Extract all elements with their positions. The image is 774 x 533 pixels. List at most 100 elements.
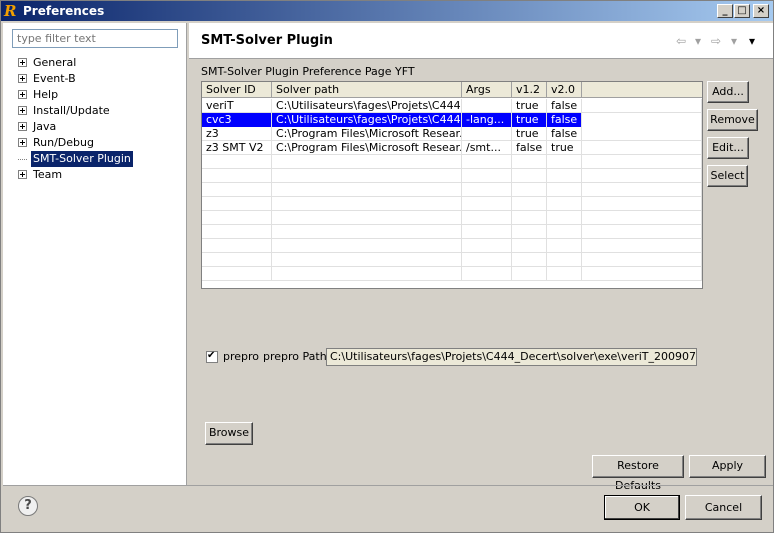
cell-v12	[512, 211, 547, 225]
cell-solver-path	[272, 197, 462, 211]
edit-button[interactable]: Edit...	[707, 137, 749, 159]
tree-item-label: General	[33, 56, 77, 69]
table-header: Solver ID Solver path Args v1.2 v2.0	[202, 82, 702, 98]
tree-item-label: Java	[33, 120, 57, 133]
cell-solver-id: cvc3	[202, 113, 272, 127]
tree-item-label: Install/Update	[33, 104, 110, 117]
column-header-solver-path[interactable]: Solver path	[272, 82, 462, 98]
cell-v12	[512, 183, 547, 197]
title-bar[interactable]: R Preferences _ □ ×	[1, 1, 773, 21]
cell-solver-id	[202, 267, 272, 281]
tree-item-help[interactable]: Help	[18, 87, 60, 103]
cell-args	[462, 267, 512, 281]
prepro-path-label: prepro Path	[263, 350, 327, 363]
expand-icon[interactable]	[18, 169, 27, 179]
prepro-path-field[interactable]: C:\Utilisateurs\fages\Projets\C444_Decer…	[326, 348, 697, 366]
cell-args	[462, 169, 512, 183]
table-row[interactable]: veriT C:\Utilisateurs\fages\Projets\C444.…	[202, 99, 702, 113]
expand-icon[interactable]	[18, 73, 27, 83]
forward-arrow-icon[interactable]: ⇨	[711, 34, 721, 48]
tree-item-label: Help	[33, 88, 59, 101]
page-header: SMT-Solver Plugin ⇦ ▾ ⇨ ▾ ▾	[189, 23, 773, 59]
back-menu-icon[interactable]: ▾	[695, 34, 701, 48]
table-row[interactable]: cvc3 C:\Utilisateurs\fages\Projets\C444..…	[202, 113, 702, 127]
cell-solver-path: C:\Utilisateurs\fages\Projets\C444...	[272, 113, 462, 127]
cell-solver-id: z3 SMT V2	[202, 141, 272, 155]
tree-item-run-debug[interactable]: Run/Debug	[18, 135, 96, 151]
filter-input[interactable]	[12, 29, 178, 48]
browse-button[interactable]: Browse	[205, 422, 253, 445]
cell-filler	[582, 253, 702, 267]
cell-v20	[547, 155, 582, 169]
cell-args	[462, 253, 512, 267]
expand-icon[interactable]	[18, 121, 27, 131]
cancel-button[interactable]: Cancel	[685, 495, 762, 520]
help-icon[interactable]: ?	[18, 496, 38, 516]
cell-args	[462, 197, 512, 211]
tree-item-label: Run/Debug	[33, 136, 94, 149]
cell-v20: true	[547, 141, 582, 155]
expand-icon[interactable]	[18, 137, 27, 147]
remove-button[interactable]: Remove	[707, 109, 758, 131]
tree-item-general[interactable]: General	[18, 55, 78, 71]
cell-solver-path	[272, 211, 462, 225]
solver-table[interactable]: Solver ID Solver path Args v1.2 v2.0 ver…	[201, 81, 703, 289]
cell-v12	[512, 169, 547, 183]
cell-filler	[582, 197, 702, 211]
expand-icon[interactable]	[18, 105, 27, 115]
column-header-args[interactable]: Args	[462, 82, 512, 98]
cell-solver-id	[202, 169, 272, 183]
cell-solver-id: z3	[202, 127, 272, 141]
table-row[interactable]: z3 C:\Program Files\Microsoft Resear... tr…	[202, 127, 702, 141]
cell-v12	[512, 253, 547, 267]
expand-icon[interactable]	[18, 57, 27, 67]
view-menu-icon[interactable]: ▾	[749, 34, 755, 48]
cell-solver-id	[202, 239, 272, 253]
cell-filler	[582, 225, 702, 239]
cell-solver-id: veriT	[202, 99, 272, 113]
cell-v12	[512, 267, 547, 281]
cell-v12	[512, 239, 547, 253]
apply-button[interactable]: Apply	[689, 455, 766, 478]
table-row[interactable]: z3 SMT V2 C:\Program Files\Microsoft Rese…	[202, 141, 702, 155]
restore-defaults-button[interactable]: Restore Defaults	[592, 455, 684, 492]
column-header-solver-id[interactable]: Solver ID	[202, 82, 272, 98]
cell-v12: false	[512, 141, 547, 155]
tree-item-java[interactable]: Java	[18, 119, 58, 135]
tree-item-smt-solver-plugin[interactable]: SMT-Solver Plugin	[18, 151, 133, 167]
cell-solver-path	[272, 225, 462, 239]
cell-args	[462, 183, 512, 197]
close-button[interactable]: ×	[753, 4, 769, 18]
cell-v12	[512, 197, 547, 211]
add-button[interactable]: Add...	[707, 81, 749, 103]
cell-v20: false	[547, 113, 582, 127]
cell-v12	[512, 155, 547, 169]
minimize-button[interactable]: _	[717, 4, 733, 18]
cell-solver-path	[272, 169, 462, 183]
cell-v20: false	[547, 127, 582, 141]
cell-v12	[512, 225, 547, 239]
expand-icon[interactable]	[18, 89, 27, 99]
cell-filler	[582, 113, 702, 127]
cell-solver-path	[272, 267, 462, 281]
cell-filler	[582, 183, 702, 197]
column-header-v12[interactable]: v1.2	[512, 82, 547, 98]
cell-filler	[582, 99, 702, 113]
forward-menu-icon[interactable]: ▾	[731, 34, 737, 48]
back-arrow-icon[interactable]: ⇦	[676, 34, 686, 48]
tree-item-event-b[interactable]: Event-B	[18, 71, 78, 87]
ok-button[interactable]: OK	[604, 495, 680, 520]
preference-page: SMT-Solver Plugin ⇦ ▾ ⇨ ▾ ▾ SMT-Solver P…	[189, 23, 773, 492]
maximize-button[interactable]: □	[734, 4, 750, 18]
column-header-v20[interactable]: v2.0	[547, 82, 582, 98]
table-row-empty	[202, 225, 702, 239]
cell-solver-id	[202, 225, 272, 239]
select-button[interactable]: Select	[707, 165, 748, 187]
cell-args	[462, 99, 512, 113]
table-row-empty	[202, 183, 702, 197]
cell-solver-path: C:\Program Files\Microsoft Resear...	[272, 127, 462, 141]
tree-item-install-update[interactable]: Install/Update	[18, 103, 112, 119]
prepro-checkbox[interactable]	[206, 350, 218, 363]
cell-args: /smt...	[462, 141, 512, 155]
tree-item-team[interactable]: Team	[18, 167, 64, 183]
